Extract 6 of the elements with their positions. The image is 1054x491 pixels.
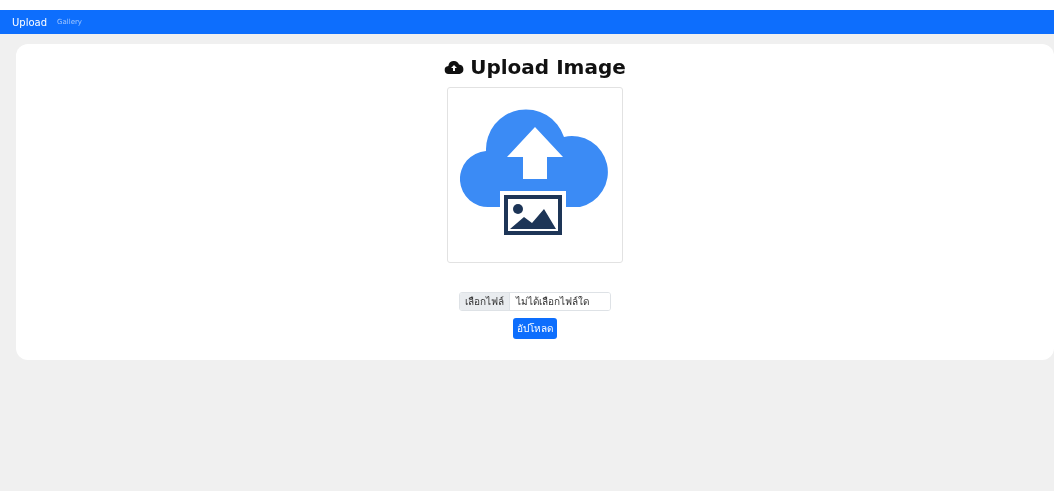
upload-button[interactable]: อัปโหลด — [513, 318, 557, 339]
file-input[interactable]: เลือกไฟล์ ไม่ได้เลือกไฟล์ใด — [459, 292, 611, 311]
cloud-upload-icon — [444, 59, 465, 75]
choose-file-button[interactable]: เลือกไฟล์ — [460, 293, 510, 310]
page-title: Upload Image — [470, 55, 626, 79]
nav-link[interactable]: Upload — [12, 16, 48, 28]
